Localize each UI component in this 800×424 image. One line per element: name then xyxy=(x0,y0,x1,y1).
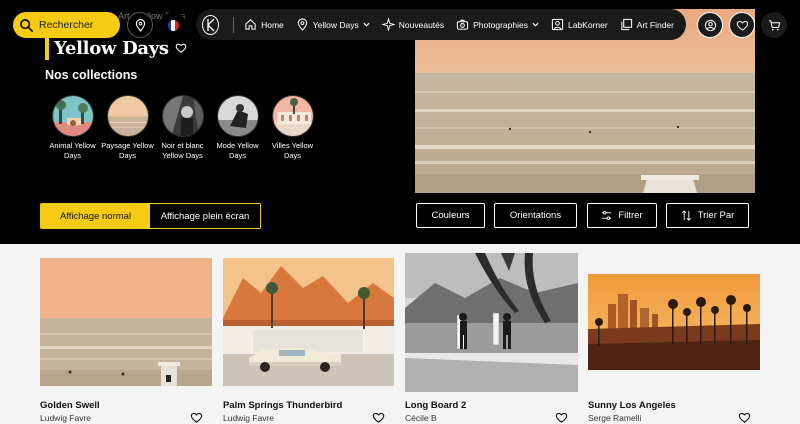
product-image xyxy=(223,258,394,386)
home-icon xyxy=(245,19,256,30)
heart-icon xyxy=(736,20,748,31)
product-title[interactable]: Sunny Los Angeles xyxy=(588,400,676,411)
view-fullscreen-button[interactable]: Affichage plein écran xyxy=(150,204,260,228)
collections-list: Animal Yellow Days Paysage Yellow Days N… xyxy=(46,95,321,161)
favorites-button[interactable] xyxy=(729,12,755,38)
collections-heading: Nos collections xyxy=(45,68,138,82)
frames-icon xyxy=(621,18,632,31)
cart-icon xyxy=(768,19,780,31)
hero-section: Art / Yellow Days Rechercher Home Yellow… xyxy=(0,0,800,244)
cart-button[interactable] xyxy=(761,12,787,38)
sparkle-icon xyxy=(381,18,395,31)
product-artist[interactable]: Serge Ramelli xyxy=(588,413,641,423)
nav-home[interactable]: Home xyxy=(244,18,284,31)
product-artist[interactable]: Ludwig Favre xyxy=(223,413,274,423)
collection-label: Paysage Yellow Days xyxy=(101,141,154,160)
product-artist[interactable]: Ludwig Favre xyxy=(40,413,91,423)
nav-art-finder[interactable]: Art Finder xyxy=(620,18,674,31)
view-toggle: Affichage normal Affichage plein écran xyxy=(40,203,261,229)
collection-thumbnail xyxy=(271,95,314,137)
search-icon xyxy=(20,18,33,32)
location-pin-icon xyxy=(297,18,307,31)
colors-filter-button[interactable]: Couleurs xyxy=(416,203,485,228)
page-title-row: Yellow Days xyxy=(45,36,187,60)
brand-logo-icon[interactable] xyxy=(202,14,220,35)
nav-yellow-days[interactable]: Yellow Days xyxy=(296,18,370,31)
heart-icon[interactable] xyxy=(372,411,385,424)
user-square-icon xyxy=(551,18,564,31)
nav-labkorner[interactable]: LabKorner xyxy=(551,18,608,31)
product-image xyxy=(405,253,578,392)
nav-nouveautes-label: Nouveautés xyxy=(398,19,445,30)
filter-label: Filtrer xyxy=(618,210,643,221)
heart-icon[interactable] xyxy=(190,411,203,424)
collection-label: Animal Yellow Days xyxy=(49,141,96,160)
nav-art-finder-label: Art Finder xyxy=(636,19,674,30)
collection-item[interactable]: Animal Yellow Days xyxy=(46,95,99,161)
collection-thumbnail xyxy=(161,95,204,137)
location-pin-icon xyxy=(135,18,145,32)
location-button[interactable] xyxy=(127,12,153,38)
collection-item[interactable]: Noir et blanc Yellow Days xyxy=(156,95,209,161)
chevron-down-icon xyxy=(363,22,370,27)
product-title[interactable]: Golden Swell xyxy=(40,400,100,411)
account-button[interactable] xyxy=(697,12,723,38)
product-image xyxy=(40,258,212,386)
orientations-filter-button[interactable]: Orientations xyxy=(494,203,577,228)
colors-filter-label: Couleurs xyxy=(431,210,470,221)
filter-button[interactable]: Filtrer xyxy=(587,203,657,228)
nav-home-label: Home xyxy=(261,19,284,30)
orientations-filter-label: Orientations xyxy=(509,210,562,221)
product-title[interactable]: Long Board 2 xyxy=(405,400,466,411)
collection-thumbnail xyxy=(106,95,149,137)
product-artist[interactable]: Cécile B xyxy=(405,413,437,423)
page-title: Yellow Days xyxy=(54,37,169,59)
collection-item[interactable]: Paysage Yellow Days xyxy=(101,95,154,161)
search-button[interactable]: Rechercher xyxy=(13,12,120,38)
product-title[interactable]: Palm Springs Thunderbird xyxy=(223,400,342,411)
heart-icon[interactable] xyxy=(555,411,568,424)
sort-arrows-icon xyxy=(681,210,691,221)
heart-icon[interactable] xyxy=(738,411,751,424)
nav-photographies[interactable]: Photographies xyxy=(456,18,539,31)
collection-label: Mode Yellow Days xyxy=(216,141,259,160)
title-accent-bar xyxy=(45,36,49,60)
french-flag-icon xyxy=(167,19,179,31)
collection-item[interactable]: Villes Yellow Days xyxy=(266,95,319,161)
collection-label: Noir et blanc Yellow Days xyxy=(161,141,204,160)
nav-nouveautes[interactable]: Nouveautés xyxy=(381,18,445,31)
collection-label: Villes Yellow Days xyxy=(271,141,314,160)
heart-icon[interactable] xyxy=(175,42,187,54)
product-image xyxy=(588,274,760,370)
collection-thumbnail xyxy=(216,95,259,137)
collection-item[interactable]: Mode Yellow Days xyxy=(211,95,264,161)
main-nav: Home Yellow Days Nouveautés Photographie… xyxy=(196,9,686,40)
chevron-down-icon xyxy=(532,22,539,27)
search-label: Rechercher xyxy=(39,19,94,31)
camera-icon xyxy=(457,19,469,30)
nav-yellow-days-label: Yellow Days xyxy=(312,19,359,30)
nav-divider xyxy=(233,16,235,33)
collection-thumbnail xyxy=(51,95,94,137)
nav-labkorner-label: LabKorner xyxy=(567,19,608,30)
view-normal-button[interactable]: Affichage normal xyxy=(41,204,150,228)
user-icon xyxy=(704,19,716,31)
sort-button[interactable]: Trier Par xyxy=(666,203,749,228)
sliders-icon xyxy=(602,211,612,220)
nav-photographies-label: Photographies xyxy=(473,19,528,30)
language-button[interactable] xyxy=(160,12,186,38)
sort-label: Trier Par xyxy=(697,210,735,221)
